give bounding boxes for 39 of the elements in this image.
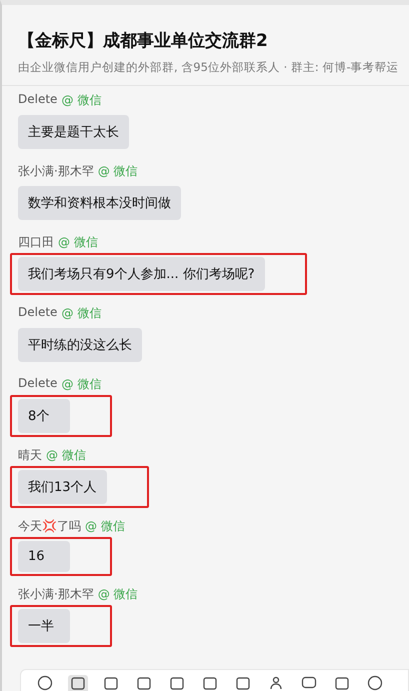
square-icon bbox=[202, 675, 218, 691]
toolbar-button[interactable] bbox=[365, 675, 385, 691]
message-bubble: 8个 bbox=[18, 399, 70, 433]
chat-subtitle: 由企业微信用户创建的外部群, 含95位外部联系人 · 群主: 何博-事考帮运 bbox=[18, 60, 400, 75]
sender-source: @ 微信 bbox=[61, 376, 102, 393]
sender-name: 晴天 bbox=[18, 447, 42, 464]
sender-name: 四口田 bbox=[18, 234, 54, 251]
sender-source: @ 微信 bbox=[98, 163, 138, 180]
message-bubble: 我们13个人 bbox=[18, 470, 107, 504]
sender-source: @ 微信 bbox=[58, 234, 98, 251]
message-bubble: 平时练的没这么长 bbox=[18, 328, 142, 362]
message-bubble: 主要是题干太长 bbox=[18, 115, 129, 149]
sender-source: @ 微信 bbox=[85, 518, 125, 535]
message-bubble: 数学和资料根本没时间做 bbox=[18, 186, 181, 220]
toolbar-button[interactable] bbox=[299, 675, 319, 691]
message-bubble: 一半 bbox=[18, 609, 70, 643]
chat-title: 【金标尺】成都事业单位交流群2 bbox=[18, 30, 269, 52]
sender-source: @ 微信 bbox=[98, 586, 138, 603]
square-icon bbox=[169, 675, 185, 691]
sender-name: Delete bbox=[18, 376, 58, 392]
square-icon bbox=[334, 675, 350, 691]
sender-name: 张小满·那木罕 bbox=[18, 163, 94, 180]
square-icon bbox=[70, 675, 86, 691]
chat-icon bbox=[301, 675, 317, 691]
sender-name: 张小满·那木罕 bbox=[18, 586, 94, 603]
sender-name: Delete bbox=[18, 305, 58, 321]
square-icon bbox=[103, 675, 119, 691]
message-bubble: 我们考场只有9个人参加... 你们考场呢? bbox=[18, 257, 265, 291]
sender-source: @ 微信 bbox=[61, 92, 102, 109]
person-icon bbox=[268, 675, 284, 691]
square-icon bbox=[235, 675, 251, 691]
sender-name: 今天💢了吗 bbox=[18, 518, 81, 535]
sender-source: @ 微信 bbox=[61, 305, 102, 322]
toolbar-button[interactable] bbox=[68, 675, 88, 691]
toolbar-button[interactable] bbox=[35, 675, 55, 691]
sender-source: @ 微信 bbox=[46, 447, 86, 464]
square-icon bbox=[136, 675, 152, 691]
sender-name: Delete bbox=[18, 92, 58, 108]
message-bubble: 16 bbox=[18, 541, 70, 572]
